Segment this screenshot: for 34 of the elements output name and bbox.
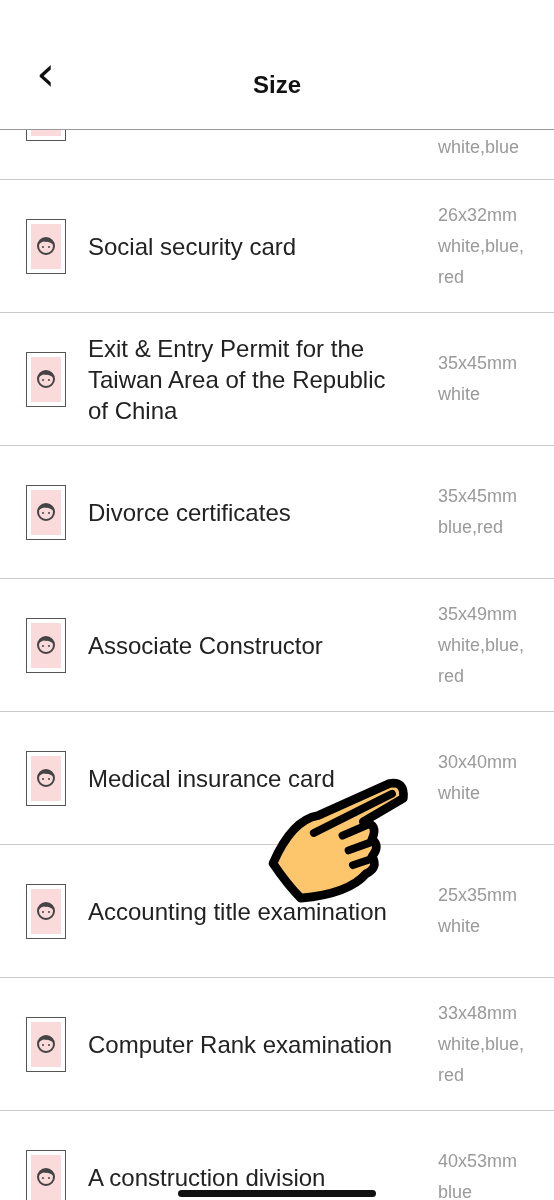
size-name[interactable]: Associate Constructor <box>88 629 408 661</box>
background-colors: white <box>438 782 482 805</box>
background-colors: white,blue <box>438 136 521 159</box>
id-photo-icon <box>26 617 66 673</box>
background-colors: white <box>438 383 482 406</box>
size-name[interactable]: A construction division <box>88 1161 408 1193</box>
background-colors: white <box>438 915 482 938</box>
size-dimensions: 25x35mm <box>438 884 519 907</box>
id-photo-icon <box>26 750 66 806</box>
size-dimensions: 35x45mm <box>438 352 519 375</box>
id-photo-icon <box>26 218 66 274</box>
background-colors: white,blue,red <box>438 633 526 688</box>
size-name[interactable]: Computer Rank examination <box>88 1028 408 1060</box>
id-photo-icon <box>26 883 66 939</box>
size-name[interactable]: Social security card <box>88 230 408 262</box>
size-dimensions: 40x53mm <box>438 1150 519 1173</box>
background-colors: white,blue,red <box>438 234 526 289</box>
page-title: Size <box>253 71 301 99</box>
size-dimensions: 35x45mm <box>438 485 519 508</box>
size-name[interactable]: Accounting title examination <box>88 895 408 927</box>
size-dimensions: 35x49mm <box>438 602 519 626</box>
size-name[interactable]: Exit & Entry Permit for the Taiwan Area of the Republic of China <box>88 332 408 426</box>
size-dimensions: 30x40mm <box>438 751 519 774</box>
back-button[interactable]: ‹ <box>30 53 62 99</box>
background-colors: white,blue,red <box>438 1032 526 1087</box>
id-photo-icon <box>26 351 66 407</box>
size-name[interactable]: Medical insurance card <box>88 762 408 794</box>
size-dimensions: 26x32mm <box>438 203 519 227</box>
size-dimensions: 33x48mm <box>438 1001 519 1025</box>
size-name[interactable]: Divorce certificates <box>88 496 408 528</box>
background-colors: blue,red <box>438 516 505 539</box>
id-photo-icon <box>26 484 66 540</box>
background-colors: blue <box>438 1181 474 1200</box>
id-photo-icon <box>26 1016 66 1072</box>
